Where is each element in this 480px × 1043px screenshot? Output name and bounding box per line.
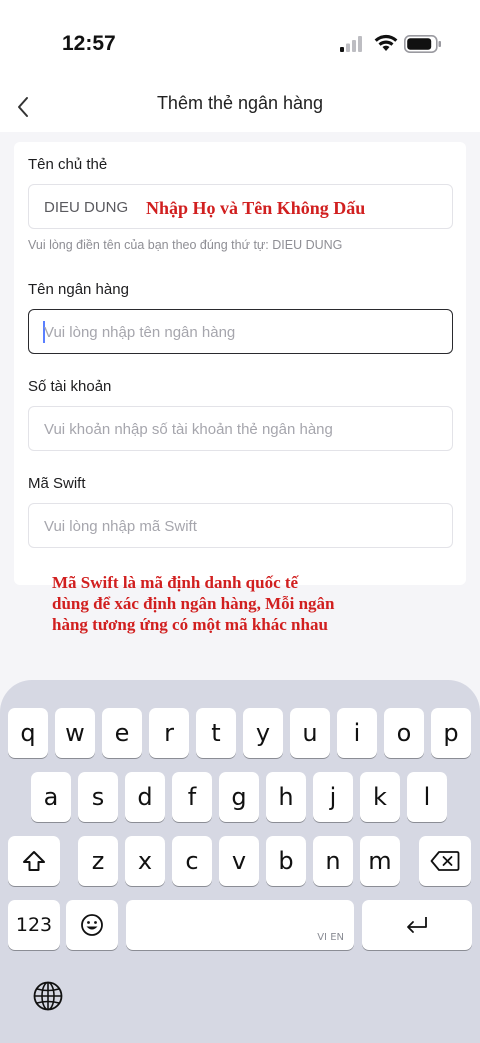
shift-icon (23, 851, 45, 871)
key-z[interactable]: z (78, 836, 118, 886)
status-time: 12:57 (62, 32, 116, 55)
emoji-icon (81, 914, 103, 936)
status-bar: 12:57 (0, 0, 480, 86)
return-icon (407, 917, 427, 933)
globe-icon[interactable] (32, 980, 64, 1012)
space-language-label: VI EN (317, 932, 344, 943)
return-key[interactable] (362, 900, 472, 950)
bank-name-input[interactable]: Vui lòng nhập tên ngân hàng (28, 309, 453, 354)
holder-name-value: DIEU DUNG (44, 199, 129, 216)
key-c[interactable]: c (172, 836, 212, 886)
nav-bar: Thêm thẻ ngân hàng (0, 86, 480, 132)
space-key[interactable]: VI EN (126, 900, 354, 950)
key-y[interactable]: y (243, 708, 283, 758)
key-b[interactable]: b (266, 836, 306, 886)
on-screen-keyboard: q w e r t y u i o p a s d f g h j k l z … (0, 680, 480, 1043)
page-title: Thêm thẻ ngân hàng (156, 93, 324, 113)
key-o[interactable]: o (384, 708, 424, 758)
name-annotation: Nhập Họ và Tên Không Dấu (146, 198, 366, 218)
key-u[interactable]: u (290, 708, 330, 758)
key-e[interactable]: e (102, 708, 142, 758)
key-x[interactable]: x (125, 836, 165, 886)
key-j[interactable]: j (313, 772, 353, 822)
key-v[interactable]: v (219, 836, 259, 886)
swift-annotation: Mã Swift là mã định danh quốc tế dùng để… (52, 572, 335, 635)
wifi-icon (374, 34, 398, 51)
holder-name-label: Tên chủ thẻ (28, 156, 108, 173)
key-m[interactable]: m (360, 836, 400, 886)
emoji-key[interactable] (66, 900, 118, 950)
swift-code-placeholder: Vui lòng nhập mã Swift (44, 518, 197, 535)
swift-code-input[interactable]: Vui lòng nhập mã Swift (28, 503, 453, 548)
backspace-icon (430, 851, 460, 871)
bank-name-label: Tên ngân hàng (28, 281, 129, 298)
key-l[interactable]: l (407, 772, 447, 822)
key-p[interactable]: p (431, 708, 471, 758)
key-f[interactable]: f (172, 772, 212, 822)
key-i[interactable]: i (337, 708, 377, 758)
account-number-label: Số tài khoản (28, 378, 112, 395)
key-t[interactable]: t (196, 708, 236, 758)
account-number-input[interactable]: Vui khoản nhập số tài khoản thẻ ngân hàn… (28, 406, 453, 451)
cellular-signal-icon (340, 36, 362, 52)
swift-annotation-line: Mã Swift là mã định danh quốc tế (52, 573, 299, 592)
battery-icon (404, 35, 441, 53)
key-a[interactable]: a (31, 772, 71, 822)
numbers-key[interactable]: 123 (8, 900, 60, 950)
key-s[interactable]: s (78, 772, 118, 822)
key-r[interactable]: r (149, 708, 189, 758)
bank-name-placeholder: Vui lòng nhập tên ngân hàng (44, 324, 236, 341)
backspace-key[interactable] (419, 836, 471, 886)
holder-name-helper: Vui lòng điền tên của bạn theo đúng thứ … (28, 238, 343, 252)
key-g[interactable]: g (219, 772, 259, 822)
swift-code-label: Mã Swift (28, 475, 86, 492)
key-d[interactable]: d (125, 772, 165, 822)
key-n[interactable]: n (313, 836, 353, 886)
account-number-placeholder: Vui khoản nhập số tài khoản thẻ ngân hàn… (44, 421, 333, 438)
swift-annotation-line: hàng tương ứng có một mã khác nhau (52, 615, 328, 634)
key-h[interactable]: h (266, 772, 306, 822)
key-k[interactable]: k (360, 772, 400, 822)
shift-key[interactable] (8, 836, 60, 886)
swift-annotation-line: dùng để xác định ngân hàng, Mỗi ngân (52, 594, 335, 613)
key-q[interactable]: q (8, 708, 48, 758)
key-w[interactable]: w (55, 708, 95, 758)
